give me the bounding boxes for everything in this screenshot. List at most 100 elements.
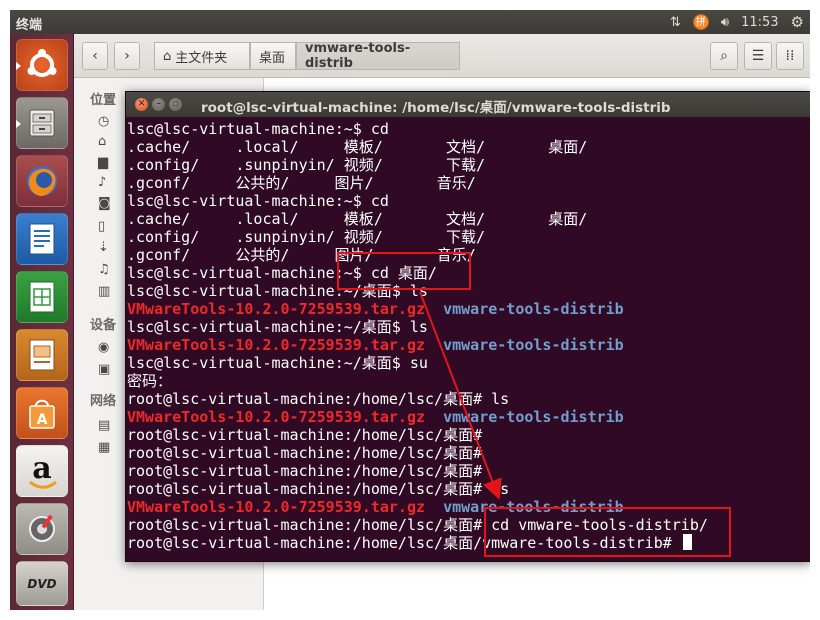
active-app-title: 终端 (16, 18, 43, 33)
search-button[interactable]: ⌕ (710, 42, 738, 70)
file-cabinet-icon (29, 109, 55, 137)
input-method-icon[interactable]: 拼 (692, 14, 709, 30)
terminal-text: root@lsc-virtual-machine:/home/lsc/桌面# (127, 462, 483, 480)
terminal-line: root@lsc-virtual-machine:/home/lsc/桌面# (127, 462, 810, 480)
system-tray: ⇅ 拼 🔊︎ 11:53 ⚙ (670, 10, 804, 34)
breadcrumb-desktop[interactable]: 桌面 (250, 42, 296, 70)
terminal-line: lsc@lsc-virtual-machine:~/桌面$ su (127, 354, 810, 372)
terminal-text: .config/ .sunpinyin/ 视频/ 下载/ (127, 156, 486, 174)
terminal-text: root@lsc-virtual-machine:/home/lsc/桌面# (127, 426, 483, 444)
network-arrows-icon[interactable]: ⇅ (670, 15, 681, 30)
terminal-line: .cache/ .local/ 模板/ 文档/ 桌面/ (127, 210, 810, 228)
list-view-button[interactable]: ☰ (744, 42, 772, 70)
terminal-line: 密码： (127, 372, 810, 390)
breadcrumb-label: vmware-tools-distrib (305, 41, 411, 71)
terminal-text: 密码： (127, 372, 173, 390)
firefox-icon (27, 166, 57, 196)
forward-button[interactable]: › (114, 42, 140, 70)
terminal-line: .config/ .sunpinyin/ 视频/ 下载/ (127, 228, 810, 246)
server-icon[interactable]: ▦ (98, 440, 110, 455)
disc-icon[interactable]: ◉ (98, 340, 109, 355)
terminal-line: lsc@lsc-virtual-machine:~$ cd (127, 192, 810, 210)
breadcrumb-home[interactable]: ⌂ 主文件夹 (154, 42, 250, 70)
document-icon[interactable]: ▯ (98, 219, 105, 234)
camera-icon[interactable]: ◙ (98, 196, 111, 211)
terminal-text: lsc@lsc-virtual-machine:~$ cd (127, 120, 389, 138)
clock[interactable]: 11:53 (741, 15, 778, 30)
terminal-line: VMwareTools-10.2.0-7259539.tar.gz vmware… (127, 300, 810, 318)
minimize-button[interactable]: – (152, 98, 165, 111)
launcher-running-indicator (16, 62, 21, 70)
launcher-firefox[interactable] (16, 155, 68, 207)
terminal-window[interactable]: ✕ – ▫ root@lsc-virtual-machine: /home/ls… (125, 91, 810, 562)
terminal-text: root@lsc-virtual-machine:/home/lsc/桌面# l… (127, 390, 510, 408)
launcher-ubuntu-dash[interactable] (16, 39, 68, 91)
terminal-text: root@lsc-virtual-machine:/home/lsc/桌面# l… (127, 480, 510, 498)
terminal-line: lsc@lsc-virtual-machine:~/桌面$ ls (127, 318, 810, 336)
network-icon[interactable]: ▤ (98, 418, 110, 433)
home-icon: ⌂ (163, 48, 172, 64)
trash-icon[interactable]: ▥ (98, 284, 110, 299)
top-panel: 终端 ⇅ 拼 🔊︎ 11:53 ⚙ (10, 10, 810, 34)
amazon-smile-icon (29, 480, 57, 489)
terminal-title: root@lsc-virtual-machine: /home/lsc/桌面/v… (201, 100, 671, 116)
terminal-line: VMwareTools-10.2.0-7259539.tar.gz vmware… (127, 336, 810, 354)
gear-icon[interactable]: ⚙ (791, 13, 804, 31)
launcher-writer[interactable] (16, 213, 68, 265)
terminal-text: lsc@lsc-virtual-machine:~/桌面$ su (127, 354, 428, 372)
speaker-icon[interactable]: 🔊︎ (721, 15, 729, 30)
maximize-button[interactable]: ▫ (169, 98, 182, 111)
directory-name: vmware-tools-distrib (443, 300, 624, 318)
home-icon[interactable]: ⌂ (98, 134, 106, 149)
impress-slide-icon (29, 339, 55, 371)
sidebar-section-devices: 设备 (90, 318, 117, 333)
writer-doc-icon (29, 223, 55, 255)
clock-icon[interactable]: ◷ (98, 114, 109, 129)
terminal-output[interactable]: lsc@lsc-virtual-machine:~$ cd .cache/ .lo… (126, 120, 810, 560)
shopping-bag-icon: A (29, 399, 55, 429)
list-icon: ☰ (751, 48, 765, 64)
sidebar-section-places: 位置 (90, 93, 117, 108)
launcher-software-center[interactable]: A (16, 387, 68, 439)
launcher-impress[interactable] (16, 329, 68, 381)
launcher-dvd[interactable]: DVD (16, 561, 68, 606)
close-button[interactable]: ✕ (135, 98, 148, 111)
terminal-text: .config/ .sunpinyin/ 视频/ 下载/ (127, 228, 486, 246)
archive-filename: VMwareTools-10.2.0-7259539.tar.gz (127, 336, 426, 354)
music-icon[interactable]: ♫ (98, 262, 110, 277)
search-icon: ⌕ (720, 48, 728, 64)
computer-icon[interactable]: ▣ (98, 362, 110, 377)
launcher-amazon[interactable]: a (16, 445, 68, 497)
terminal-text: lsc@lsc-virtual-machine:~/桌面$ ls (127, 318, 428, 336)
terminal-line: .config/ .sunpinyin/ 视频/ 下载/ (127, 156, 810, 174)
file-manager-toolbar: ‹ › ⌂ 主文件夹 桌面 vmware-tools-distrib ⌕ ☰ ⁞… (74, 34, 810, 78)
launcher-files[interactable] (16, 97, 68, 149)
folder-icon[interactable]: ▆ (98, 155, 108, 170)
terminal-titlebar[interactable]: ✕ – ▫ root@lsc-virtual-machine: /home/ls… (126, 92, 810, 117)
launcher-system-settings[interactable] (16, 503, 68, 555)
svg-text:A: A (37, 412, 48, 428)
grid-view-button[interactable]: ⁞⁞ (776, 42, 804, 70)
terminal-text: .cache/ .local/ 模板/ 文档/ 桌面/ (127, 210, 588, 228)
settings-wrench-icon (29, 514, 55, 542)
grid-icon: ⁞⁞ (785, 48, 795, 64)
dvd-icon: DVD (27, 576, 57, 591)
music-note-icon[interactable]: ♪ (98, 175, 106, 190)
calc-sheet-icon (29, 281, 55, 313)
terminal-text: root@lsc-virtual-machine:/home/lsc/桌面# (127, 444, 483, 462)
terminal-line: root@lsc-virtual-machine:/home/lsc/桌面# l… (127, 390, 810, 408)
back-button[interactable]: ‹ (82, 42, 108, 70)
breadcrumb-vmware-tools-distrib[interactable]: vmware-tools-distrib (296, 41, 460, 71)
chevron-right-icon: › (124, 48, 130, 64)
terminal-text: .gconf/ 公共的/ 图片/ 音乐/ (127, 174, 476, 192)
launcher: A a DVD (10, 34, 74, 610)
archive-filename: VMwareTools-10.2.0-7259539.tar.gz (127, 498, 426, 516)
terminal-line: root@lsc-virtual-machine:/home/lsc/桌面# l… (127, 480, 810, 498)
download-icon[interactable]: ⇣ (98, 240, 109, 255)
archive-filename: VMwareTools-10.2.0-7259539.tar.gz (127, 408, 426, 426)
launcher-calc[interactable] (16, 271, 68, 323)
